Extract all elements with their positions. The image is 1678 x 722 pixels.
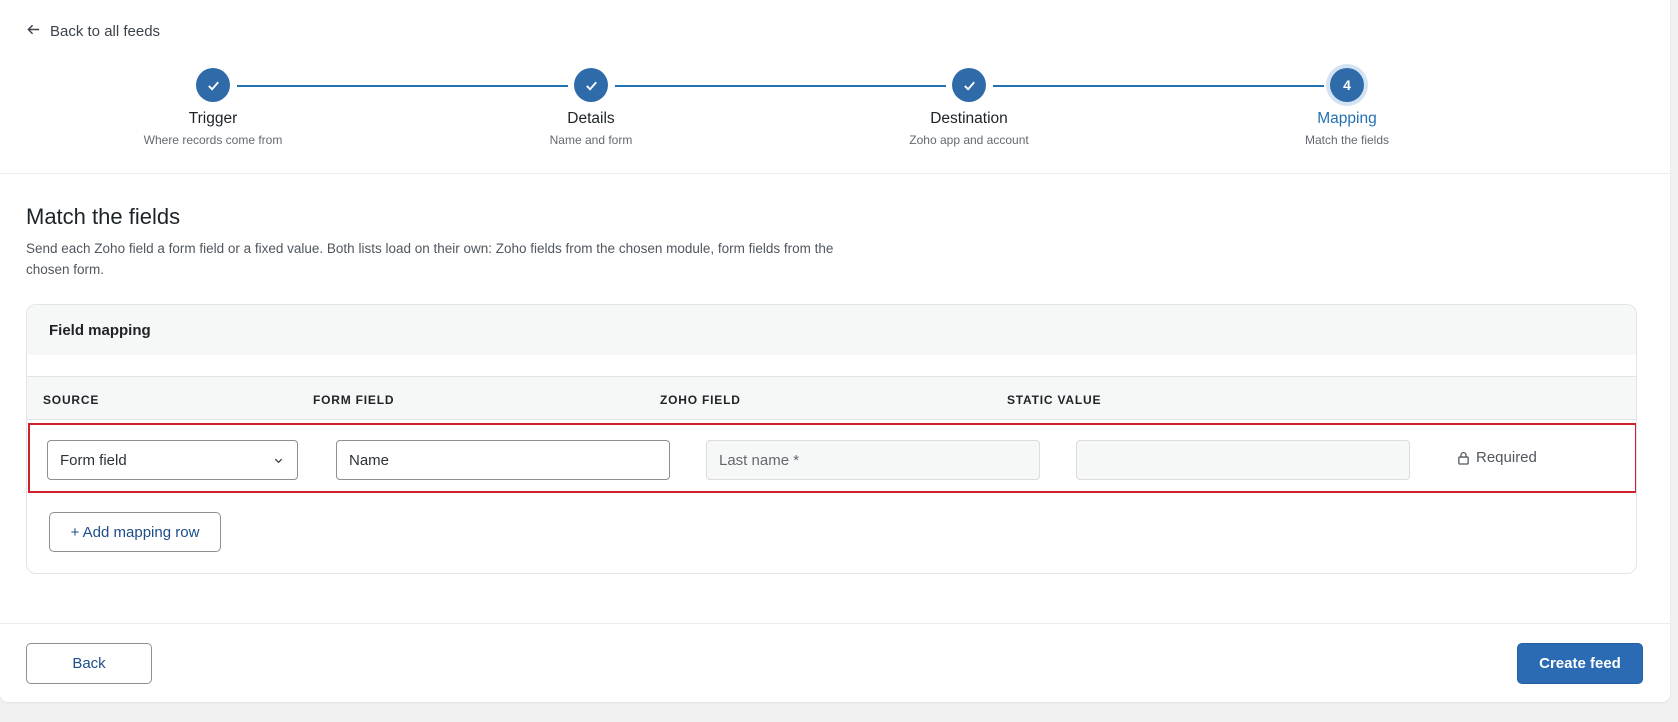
feed-wizard-panel: Back to all feeds Trigger Where records …: [0, 0, 1670, 702]
column-header-zoho-field: ZOHO FIELD: [660, 393, 741, 407]
table-row: Form field Name Last name * Required: [28, 423, 1636, 493]
page-description: Send each Zoho field a form field or a f…: [26, 241, 834, 277]
lock-icon: [1458, 451, 1469, 465]
step-title: Details: [567, 110, 615, 127]
field-mapping-card: Field mapping SOURCE FORM FIELD ZOHO FIE…: [26, 304, 1637, 574]
step-mapping[interactable]: 4 Mapping Match the fields: [1217, 68, 1477, 147]
step-title: Trigger: [188, 110, 238, 127]
step-subtitle: Where records come from: [143, 133, 283, 147]
required-badge: Required: [1457, 449, 1537, 466]
step-title: Mapping: [1317, 110, 1377, 127]
step-subtitle: Zoho app and account: [909, 133, 1029, 147]
step-subtitle: Match the fields: [1304, 133, 1390, 147]
source-select[interactable]: Form field: [47, 440, 298, 480]
step-number: 4: [1330, 68, 1364, 102]
check-icon: [196, 68, 230, 102]
back-to-feeds-label: Back to all feeds: [50, 23, 161, 40]
check-icon: [574, 68, 608, 102]
wizard-stepper: Trigger Where records come from Details …: [0, 68, 1670, 168]
back-button[interactable]: Back: [26, 643, 152, 684]
divider: [0, 173, 1670, 174]
table-header: SOURCE FORM FIELD ZOHO FIELD STATIC VALU…: [27, 376, 1636, 420]
zoho-field-input: Last name *: [706, 440, 1040, 480]
chevron-down-icon: [274, 458, 283, 464]
add-mapping-row-button[interactable]: + Add mapping row: [49, 512, 221, 552]
arrow-left-icon: [26, 22, 41, 41]
step-title: Destination: [930, 110, 1008, 127]
card-title: Field mapping: [27, 305, 1636, 355]
back-to-feeds-link[interactable]: Back to all feeds: [26, 22, 160, 41]
step-trigger[interactable]: Trigger Where records come from: [83, 68, 343, 147]
step-subtitle: Name and form: [549, 133, 633, 147]
page-title: Match the fields: [26, 204, 181, 229]
column-header-form-field: FORM FIELD: [313, 393, 395, 407]
required-label: Required: [1476, 449, 1537, 466]
step-destination[interactable]: Destination Zoho app and account: [839, 68, 1099, 147]
source-select-value: Form field: [60, 451, 127, 469]
static-value-input: [1076, 440, 1410, 480]
step-details[interactable]: Details Name and form: [461, 68, 721, 147]
column-header-source: SOURCE: [43, 393, 100, 407]
column-header-static-value: STATIC VALUE: [1007, 393, 1102, 407]
check-icon: [952, 68, 986, 102]
divider: [0, 623, 1670, 624]
form-field-input[interactable]: Name: [336, 440, 670, 480]
create-feed-button[interactable]: Create feed: [1517, 643, 1643, 684]
